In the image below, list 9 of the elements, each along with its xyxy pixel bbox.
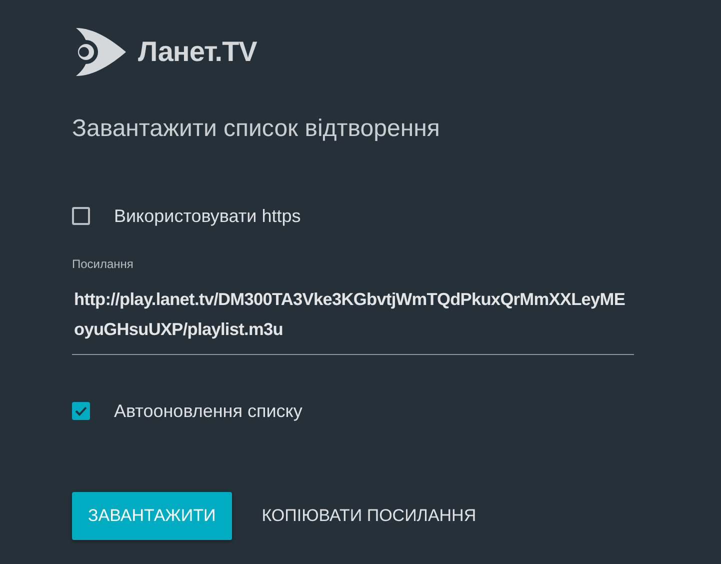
copy-link-button[interactable]: КОПІЮВАТИ ПОСИЛАННЯ (246, 492, 492, 540)
page-title: Завантажити список відтворення (72, 115, 441, 144)
checkbox[interactable] (72, 402, 90, 420)
checkbox-label: Автооновлення списку (114, 400, 302, 422)
logo-text: Ланет.TV (138, 36, 257, 68)
field-label: Посилання (72, 257, 134, 271)
link-input-field[interactable]: http://play.lanet.tv/DM300TA3Vke3KGbvtjWmTQdPkuxQrMmXXLeyMEoyuGHsuUXP/playlist.m3u (72, 284, 634, 355)
checkbox-label: Використовувати https (114, 206, 301, 226)
checkbox[interactable] (72, 207, 90, 225)
